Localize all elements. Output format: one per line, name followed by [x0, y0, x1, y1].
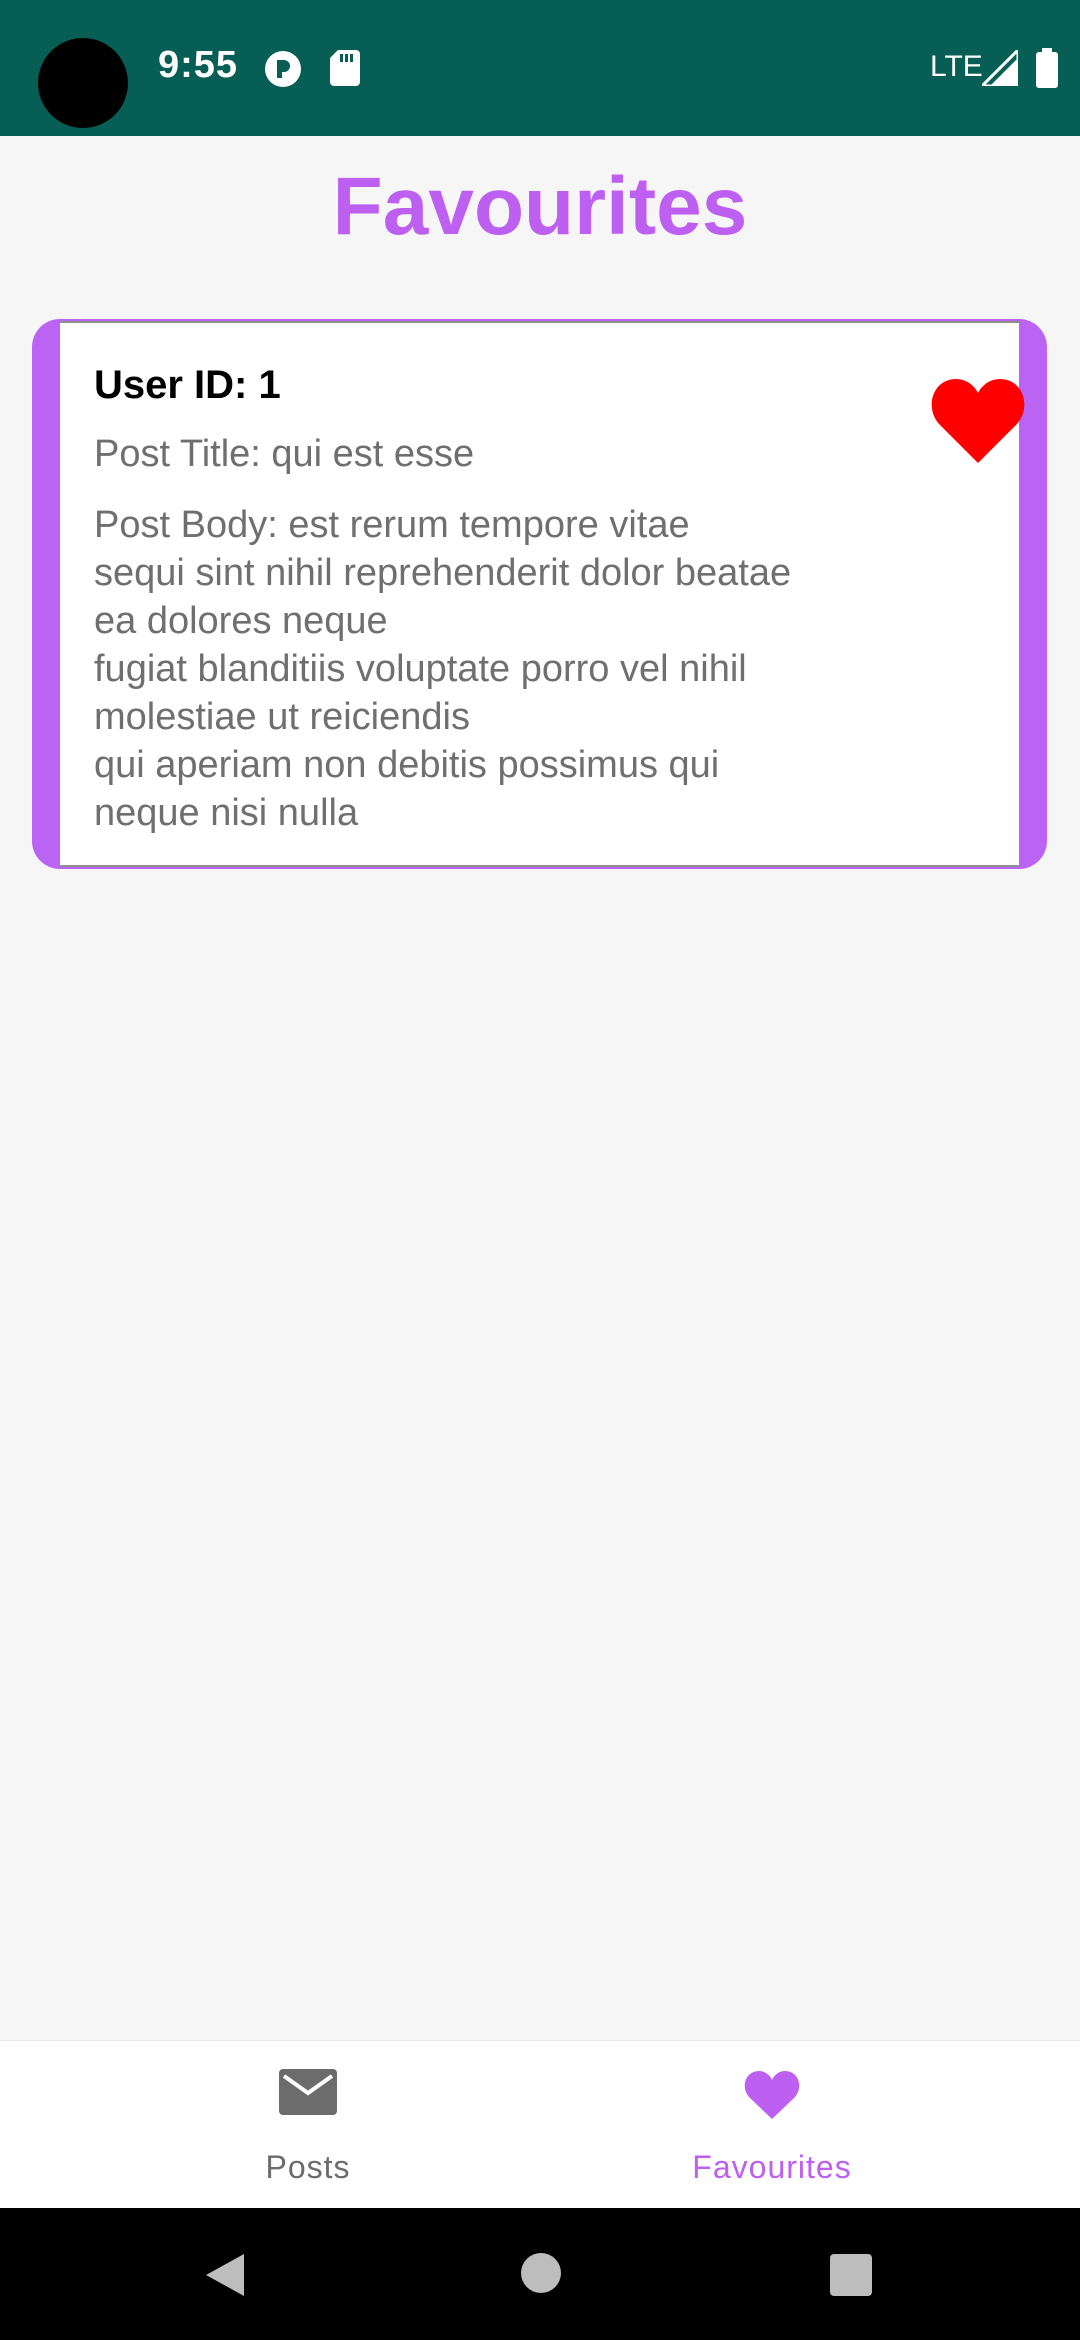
post-card-content: User ID: 1 Post Title: qui est esse Post… [60, 321, 1025, 867]
post-user-id: User ID: 1 [94, 363, 281, 407]
camera-cutout [38, 38, 128, 128]
unfavourite-button[interactable] [928, 373, 1028, 469]
heart-icon [931, 379, 1025, 463]
status-bar: 9:55 LTE [0, 0, 1080, 136]
recents-icon[interactable] [830, 2254, 872, 2301]
back-icon[interactable] [202, 2252, 246, 2303]
nav-item-favourites[interactable]: Favourites [502, 2041, 1042, 2209]
heart-icon [743, 2069, 801, 2126]
bottom-navigation: Posts Favourites [0, 2040, 1080, 2209]
sd-card-icon [330, 50, 360, 91]
post-body: Post Body: est rerum tempore vitae sequi… [94, 504, 792, 834]
app-screen: 9:55 LTE Favourites User ID: 1 Post Titl… [0, 0, 1080, 2340]
status-time: 9:55 [158, 44, 239, 86]
pocket-icon [264, 50, 302, 93]
network-type: LTE [930, 50, 983, 83]
nav-label-posts: Posts [265, 2149, 351, 2185]
battery-icon [1036, 48, 1058, 93]
home-icon[interactable] [520, 2252, 562, 2299]
page-title: Favourites [332, 161, 748, 252]
favourite-post-card[interactable]: User ID: 1 Post Title: qui est esse Post… [32, 319, 1047, 869]
nav-item-posts[interactable]: Posts [38, 2041, 578, 2209]
system-navigation-bar [0, 2208, 1080, 2340]
nav-label-favourites: Favourites [692, 2149, 852, 2185]
signal-icon [978, 46, 1020, 91]
post-title: Post Title: qui est esse [94, 433, 475, 475]
mail-icon [279, 2069, 337, 2120]
